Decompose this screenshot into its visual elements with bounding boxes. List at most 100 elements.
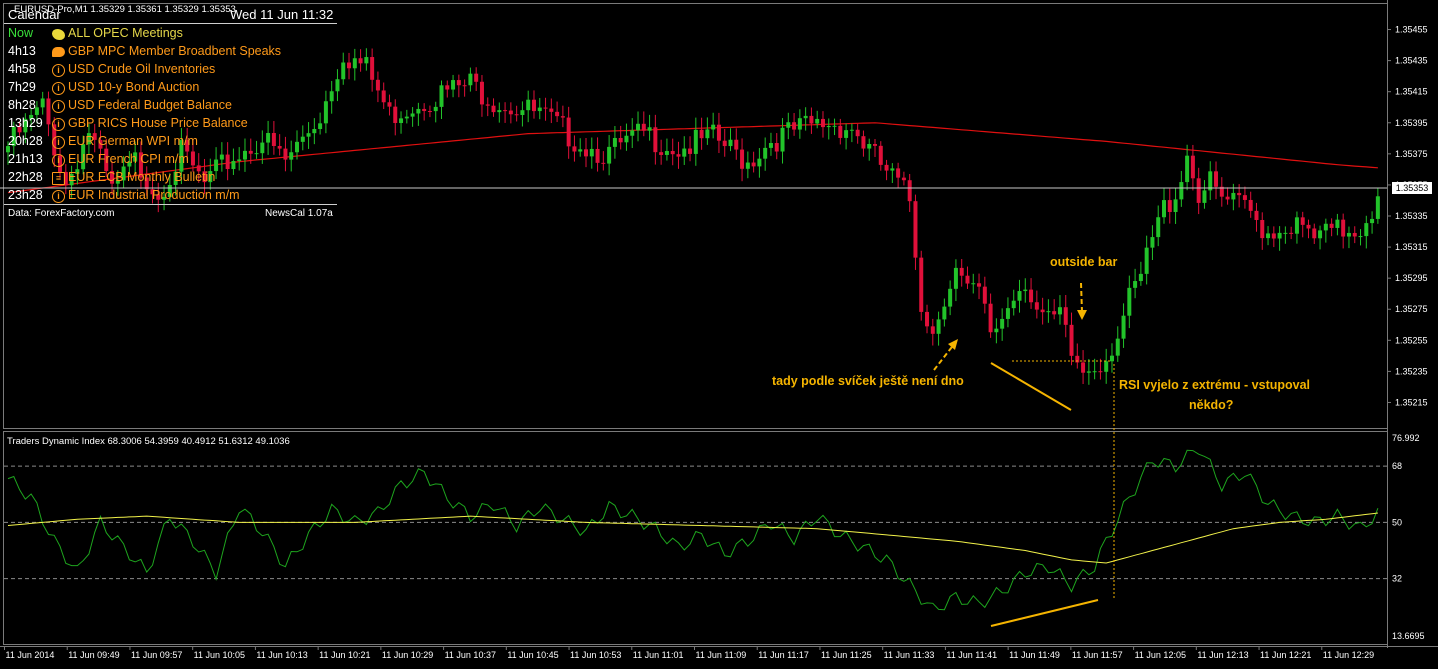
candle-body [1231,192,1236,200]
candle [884,159,889,181]
candle-body [1017,291,1022,301]
candle-body [387,102,392,107]
candle [849,123,854,143]
time-axis: 11 Jun 2014 11 Jun 09:49 11 Jun 09:57 11 Ju… [4,646,1374,660]
candle-body [786,122,791,128]
candle [676,141,681,169]
candle-body [1011,300,1016,309]
candle-body [508,110,513,115]
candle-body [792,122,797,130]
candle [699,117,704,150]
candle [1375,188,1380,224]
candle [1219,177,1224,207]
candle [930,318,935,346]
candle [641,111,646,137]
candle [531,90,536,119]
candle-body [1005,308,1010,319]
candle [607,135,612,176]
candle [948,280,953,316]
candle-body [381,90,386,103]
candle-body [624,135,629,143]
price-tick-label: 1.35395 [1395,118,1428,128]
candle-body [1179,182,1184,200]
candle-body [601,162,606,164]
time-tick-label: 11 Jun 11:17 [758,650,809,660]
candle-body [485,104,490,106]
price-tick-label: 1.35235 [1395,366,1428,376]
candle-body [867,144,872,149]
candle [1162,188,1166,224]
event-text: EUR ECB Monthly Bulletin [68,170,216,184]
candle [347,52,352,80]
candle [763,137,768,171]
candle-body [549,108,554,112]
candle [1052,299,1057,320]
candle [913,194,918,270]
candle [404,109,409,124]
candle [1370,211,1375,234]
candle-body [445,85,450,90]
candle [896,162,901,188]
candle-body [1144,247,1149,274]
tdi-tick-label: 76.992 [1392,433,1420,443]
candle [994,318,999,344]
candle-body [404,116,409,119]
candle-body [1358,236,1363,238]
candle [1040,297,1045,325]
calendar-title: Calendar [8,7,61,22]
rsi-label-line2: někdo? [1189,398,1233,412]
event-text: USD Federal Budget Balance [68,98,232,112]
candle-body [815,118,820,124]
candle-body [1121,315,1126,339]
price-tick-label: 1.35255 [1395,335,1428,345]
candle [503,102,508,123]
candle [1092,358,1097,380]
candle [584,138,588,168]
candle-body [1173,199,1178,213]
candle [1127,275,1132,329]
candle-body [1352,232,1357,237]
candle-body [1133,281,1138,288]
candle [786,112,791,140]
candle-body [1138,273,1143,282]
candle-body [451,80,456,90]
info-icon: i [52,136,65,149]
candle [479,75,484,117]
price-tick-label: 1.35295 [1395,273,1428,283]
candle-body [1271,233,1276,239]
candle-body [347,62,352,69]
time-tick-label: 11 Jun 12:13 [1197,650,1248,660]
candle [555,101,560,123]
candle [971,273,976,294]
candle [988,293,993,338]
time-tick-label: 11 Jun 12:29 [1323,650,1374,660]
candle-body [745,162,750,169]
candle-body [1248,199,1253,211]
candle-body [1104,361,1109,372]
candle [1115,326,1120,362]
candle [919,250,924,321]
candle [589,137,594,169]
event-time: 23h28 [8,188,43,202]
event-time: 20h28 [8,134,43,148]
candle-body [1196,178,1201,203]
candle-body [1185,155,1190,183]
candle-body [636,123,641,131]
candle-body [797,118,802,130]
candle [1104,348,1109,384]
candle-body [1364,223,1369,237]
candle [543,97,548,121]
candle [1248,191,1253,218]
candle-body [925,311,930,327]
time-tick-label: 11 Jun 11:49 [1009,650,1060,660]
tdi-series-fast [7,449,1379,611]
time-tick-label: 11 Jun 10:45 [507,650,558,660]
candle [370,48,375,92]
event-time: 21h13 [8,152,43,166]
candle [1098,358,1103,380]
candle [688,136,693,162]
candle-body [942,306,947,320]
candle [953,259,958,302]
candle [1271,226,1276,248]
candle-body [618,137,623,143]
